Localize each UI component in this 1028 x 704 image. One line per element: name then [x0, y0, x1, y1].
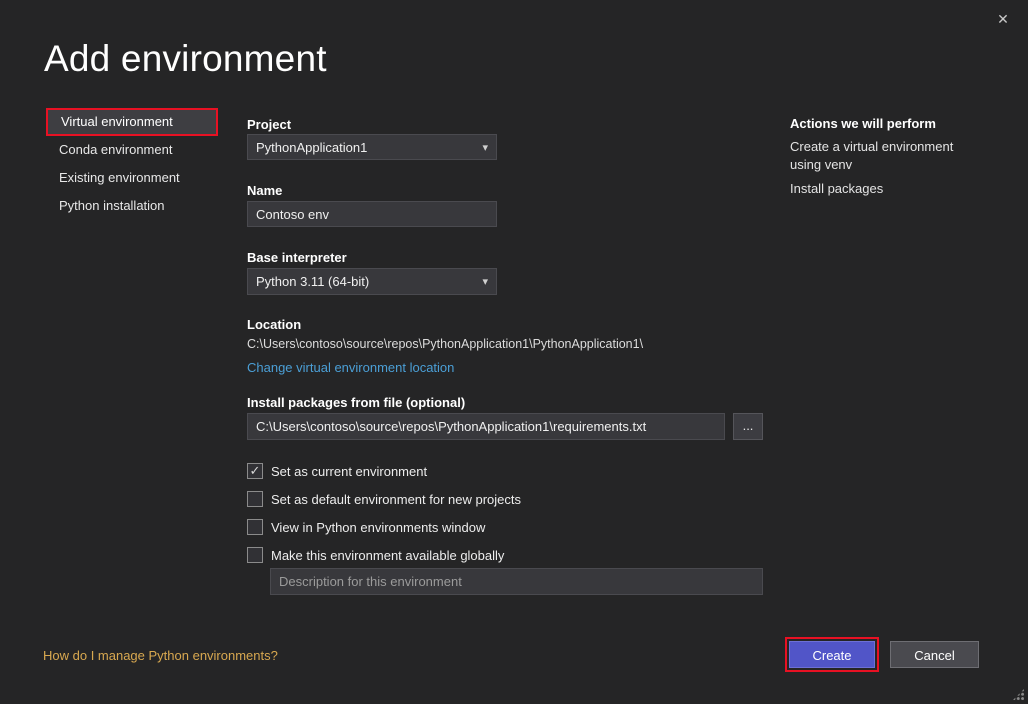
actions-panel-item: Create a virtual environment using venv — [790, 138, 965, 173]
resize-grip-icon[interactable] — [1012, 688, 1025, 701]
checkbox-set-as-current-environment[interactable]: ✓ Set as current environment — [247, 463, 427, 479]
project-label: Project — [247, 117, 291, 132]
cancel-button[interactable]: Cancel — [890, 641, 979, 668]
location-label: Location — [247, 317, 301, 332]
checkbox-label: Set as default environment for new proje… — [271, 492, 521, 507]
install-packages-label: Install packages from file (optional) — [247, 395, 465, 410]
checkbox-set-as-default-environment[interactable]: Set as default environment for new proje… — [247, 491, 521, 507]
environment-type-list: Virtual environment Conda environment Ex… — [46, 108, 220, 220]
change-location-link[interactable]: Change virtual environment location — [247, 360, 454, 375]
base-interpreter-dropdown-value: Python 3.11 (64-bit) — [256, 274, 369, 289]
create-button[interactable]: Create — [789, 641, 875, 668]
name-field[interactable] — [247, 201, 497, 227]
checkbox-unchecked-icon[interactable] — [247, 491, 263, 507]
name-label: Name — [247, 183, 282, 198]
sidebar-item-existing-environment[interactable]: Existing environment — [46, 164, 218, 192]
close-icon[interactable]: ✕ — [992, 8, 1014, 30]
checkbox-label: Make this environment available globally — [271, 548, 504, 563]
add-environment-dialog: ✕ Add environment Virtual environment Co… — [0, 0, 1028, 704]
sidebar-item-python-installation[interactable]: Python installation — [46, 192, 218, 220]
checkbox-label: View in Python environments window — [271, 520, 485, 535]
chevron-down-icon: ▾ — [482, 275, 488, 288]
sidebar-item-conda-environment[interactable]: Conda environment — [46, 136, 218, 164]
project-dropdown[interactable]: PythonApplication1 ▾ — [247, 134, 497, 160]
actions-panel-item: Install packages — [790, 180, 965, 198]
base-interpreter-dropdown[interactable]: Python 3.11 (64-bit) ▾ — [247, 268, 497, 295]
actions-panel-title: Actions we will perform — [790, 116, 965, 131]
checkbox-label: Set as current environment — [271, 464, 427, 479]
project-dropdown-value: PythonApplication1 — [256, 140, 367, 155]
checkbox-unchecked-icon[interactable] — [247, 519, 263, 535]
checkbox-make-environment-available-globally[interactable]: Make this environment available globally — [247, 547, 504, 563]
chevron-down-icon: ▾ — [482, 141, 488, 154]
actions-panel: Actions we will perform Create a virtual… — [790, 116, 965, 198]
checkbox-unchecked-icon[interactable] — [247, 547, 263, 563]
browse-button[interactable]: ... — [733, 413, 763, 440]
page-title: Add environment — [44, 38, 327, 80]
base-interpreter-label: Base interpreter — [247, 250, 347, 265]
requirements-file-field[interactable] — [247, 413, 725, 440]
sidebar-item-virtual-environment[interactable]: Virtual environment — [46, 108, 218, 136]
description-field[interactable] — [270, 568, 763, 595]
manage-environments-help-link[interactable]: How do I manage Python environments? — [43, 648, 278, 663]
location-path: C:\Users\contoso\source\repos\PythonAppl… — [247, 337, 643, 351]
checkbox-checked-icon[interactable]: ✓ — [247, 463, 263, 479]
checkbox-view-in-python-environments-window[interactable]: View in Python environments window — [247, 519, 485, 535]
